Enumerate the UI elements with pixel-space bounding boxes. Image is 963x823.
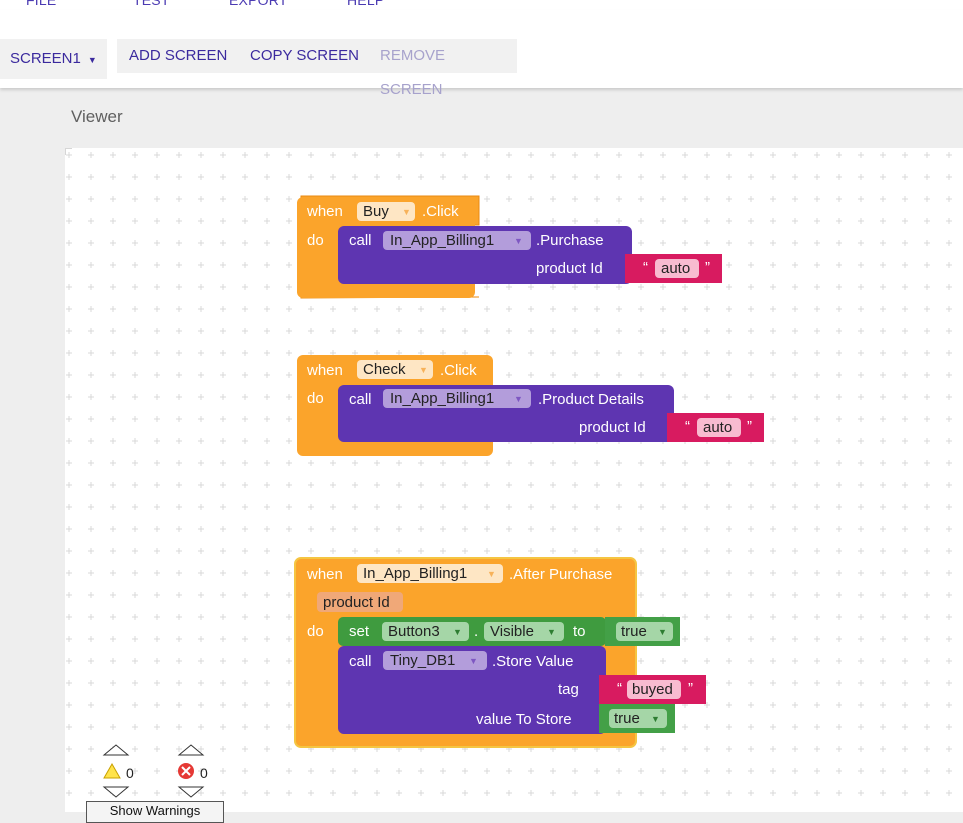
blocks-workspace[interactable]: when Buy ▼ .Click do call In_App_Billing… <box>65 148 963 812</box>
chevron-up-icon[interactable] <box>102 744 130 756</box>
setter-block-body <box>338 617 606 646</box>
tag-label: tag <box>558 681 579 698</box>
event-name-label: .Click <box>440 362 477 379</box>
screen-select-label: SCREEN1 <box>10 50 81 67</box>
show-warnings-button[interactable]: Show Warnings <box>86 801 224 823</box>
dropdown-arrow-icon: ▼ <box>658 627 667 637</box>
menu-help[interactable]: HELP <box>347 0 384 8</box>
chevron-down-icon[interactable] <box>102 786 130 798</box>
quote-open: “ <box>643 259 648 276</box>
target-dropdown-label: Tiny_DB1 <box>390 652 455 669</box>
dropdown-arrow-icon: ▼ <box>487 569 496 579</box>
quote-close: ” <box>688 680 693 697</box>
text-value: auto <box>661 260 690 277</box>
dropdown-arrow-icon: ▼ <box>651 714 660 724</box>
dropdown-arrow-icon: ▼ <box>547 627 556 637</box>
call-label: call <box>349 232 372 249</box>
quote-close: ” <box>705 259 710 276</box>
text-block-auto[interactable]: “ auto ” <box>667 413 764 442</box>
text-value: buyed <box>632 681 673 698</box>
quote-close: ” <box>747 418 752 435</box>
do-label: do <box>307 623 324 640</box>
do-label: do <box>307 390 324 407</box>
method-name-label: .Store Value <box>492 653 573 670</box>
chevron-up-icon[interactable] <box>177 744 205 756</box>
dropdown-arrow-icon: ▼ <box>419 365 428 375</box>
copy-screen-button[interactable]: COPY SCREEN <box>238 39 371 73</box>
param-label: product Id <box>536 260 603 277</box>
add-screen-button[interactable]: ADD SCREEN <box>117 39 240 73</box>
call-label: call <box>349 653 372 670</box>
remove-screen-button[interactable]: REMOVE SCREEN <box>368 39 517 98</box>
method-block-store-value[interactable]: call Tiny_DB1 ▼ .Store Value tag value T… <box>338 646 606 734</box>
when-label: when <box>306 566 343 583</box>
viewer-title: Viewer <box>71 107 123 126</box>
logic-block-true[interactable]: true ▼ <box>605 617 680 646</box>
method-block-purchase[interactable]: call In_App_Billing1 ▼ .Purchase product… <box>338 226 632 284</box>
warning-icon <box>103 762 121 779</box>
logic-block-true[interactable]: true ▼ <box>599 704 675 733</box>
designer-toolbar: SCREEN1 ▼ ADD SCREEN COPY SCREEN REMOVE S… <box>0 10 963 98</box>
menu-file[interactable]: FILE <box>26 0 56 8</box>
when-label: when <box>306 203 343 220</box>
component-dropdown-label: Check <box>363 361 406 378</box>
menu-test[interactable]: TEST <box>133 0 170 8</box>
setter-block-visible[interactable]: set Button3 ▼ . Visible ▼ to <box>338 617 606 646</box>
event-name-label: .After Purchase <box>509 566 612 583</box>
chevron-down-icon[interactable] <box>177 786 205 798</box>
method-name-label: .Purchase <box>536 232 604 249</box>
error-count: 0 <box>200 765 208 781</box>
quote-open: “ <box>617 680 622 697</box>
component-dropdown-label: Buy <box>363 203 389 220</box>
menu-export[interactable]: EXPORT <box>229 0 288 8</box>
dot-label: . <box>474 623 478 640</box>
dropdown-arrow-icon: ▼ <box>514 236 523 246</box>
method-block-product-details[interactable]: call In_App_Billing1 ▼ .Product Details … <box>338 385 674 442</box>
screen-select[interactable]: SCREEN1 ▼ <box>0 39 107 79</box>
value-to-store-label: value To Store <box>476 711 572 728</box>
set-property-label: Visible <box>490 623 534 640</box>
warning-indicator[interactable]: 0 <box>100 742 134 800</box>
text-block-buyed[interactable]: “ buyed ” <box>599 675 706 704</box>
component-dropdown-label: In_App_Billing1 <box>363 565 467 582</box>
dropdown-arrow-icon: ▼ <box>469 656 478 666</box>
caret-down-icon: ▼ <box>87 55 97 65</box>
text-value: auto <box>703 419 732 436</box>
local-parameter-label: product Id <box>323 594 390 611</box>
set-component-label: Button3 <box>388 623 440 640</box>
event-name-label: .Click <box>422 203 459 220</box>
warning-count: 0 <box>126 765 134 781</box>
logic-value-label: true <box>614 710 640 727</box>
dropdown-arrow-icon: ▼ <box>453 627 462 637</box>
logic-value-label: true <box>621 623 647 640</box>
dropdown-arrow-icon: ▼ <box>514 394 523 404</box>
call-label: call <box>349 391 372 408</box>
param-label: product Id <box>579 419 646 436</box>
when-label: when <box>306 362 343 379</box>
target-dropdown-label: In_App_Billing1 <box>390 232 494 249</box>
workspace-canvas: when Buy ▼ .Click do call In_App_Billing… <box>65 148 963 812</box>
do-label: do <box>307 232 324 249</box>
to-label: to <box>573 623 586 640</box>
method-name-label: .Product Details <box>538 391 644 408</box>
set-label: set <box>349 623 370 640</box>
error-indicator[interactable]: 0 <box>175 742 208 800</box>
target-dropdown-label: In_App_Billing1 <box>390 390 494 407</box>
quote-open: “ <box>685 418 690 435</box>
top-menu-bar: FILE TEST EXPORT HELP <box>0 0 963 10</box>
text-block-auto[interactable]: “ auto ” <box>625 254 722 283</box>
dropdown-arrow-icon: ▼ <box>402 207 411 217</box>
